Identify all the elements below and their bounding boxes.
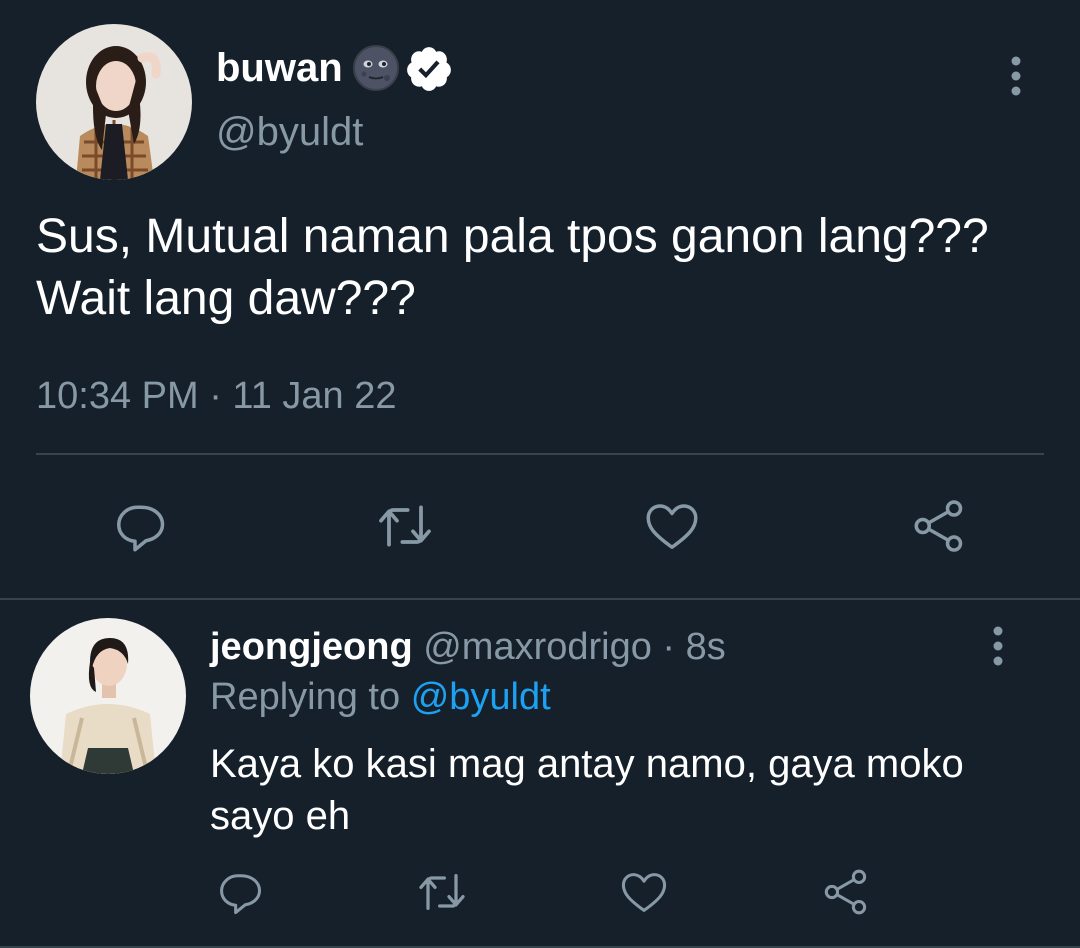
reply-like-button[interactable] xyxy=(612,860,676,924)
reply-icon xyxy=(117,505,165,552)
retweet-icon xyxy=(379,505,431,547)
share-icon xyxy=(914,500,963,552)
author-handle[interactable]: @byuldt xyxy=(216,108,363,156)
author-avatar[interactable] xyxy=(36,24,192,180)
retweet-icon xyxy=(419,874,465,910)
reply-tweet-text: Kaya ko kasi mag antay namo, gaya moko s… xyxy=(210,742,964,838)
section-divider xyxy=(0,598,1080,600)
tweet-timestamp[interactable]: 10:34 PM · 11 Jan 22 xyxy=(36,372,397,420)
share-icon xyxy=(824,869,867,915)
reply-reply-button[interactable] xyxy=(208,860,272,924)
reply-button[interactable] xyxy=(108,494,172,558)
reply-header: jeongjeong @maxrodrigo · 8s xyxy=(210,624,726,670)
new-moon-face-emoji xyxy=(352,44,400,92)
author-name[interactable]: buwan xyxy=(216,44,343,92)
replying-to-label: Replying to xyxy=(210,676,401,718)
reply-icon xyxy=(220,874,262,915)
verified-badge-icon xyxy=(404,44,454,94)
reply-time[interactable]: 8s xyxy=(686,626,726,668)
reply-author-avatar[interactable] xyxy=(30,618,186,774)
replying-to-line: Replying to @byuldt xyxy=(210,674,551,720)
retweet-button[interactable] xyxy=(373,494,437,558)
reply-retweet-button[interactable] xyxy=(410,860,474,924)
tweet-text: Sus, Mutual naman pala tpos ganon lang??… xyxy=(36,210,989,325)
reply-author-name[interactable]: jeongjeong xyxy=(210,626,413,668)
reply-share-button[interactable] xyxy=(814,860,878,924)
reply-more-vertical-icon[interactable] xyxy=(978,624,1018,668)
more-vertical-icon[interactable] xyxy=(996,54,1036,98)
replying-to-handle-link[interactable]: @byuldt xyxy=(411,676,551,718)
like-icon xyxy=(646,504,698,549)
share-button[interactable] xyxy=(907,494,971,558)
separator: · xyxy=(651,626,686,668)
reply-author-handle[interactable]: @maxrodrigo xyxy=(423,626,652,668)
like-icon xyxy=(621,873,667,912)
divider xyxy=(36,453,1044,455)
like-button[interactable] xyxy=(640,494,704,558)
